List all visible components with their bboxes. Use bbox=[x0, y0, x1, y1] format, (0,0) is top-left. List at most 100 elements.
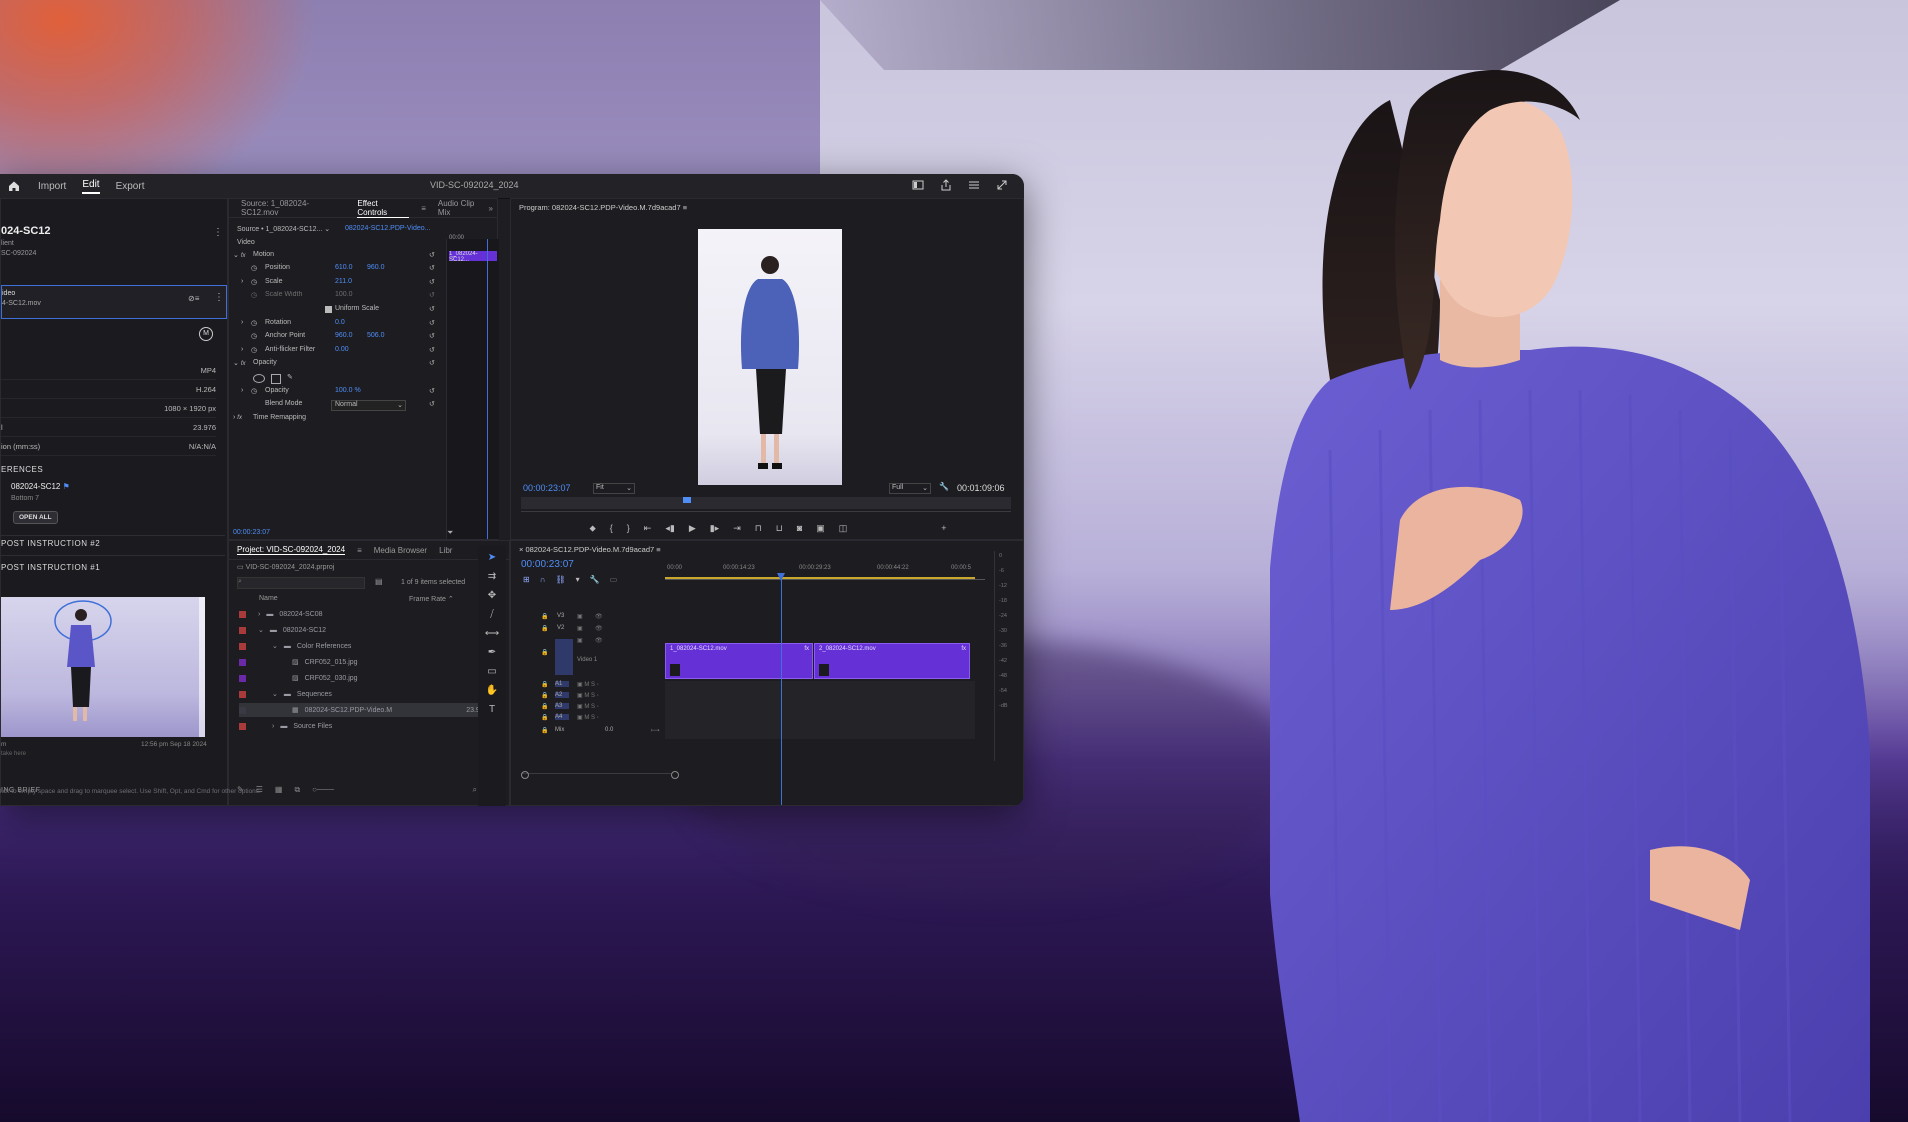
post-instruction-2[interactable]: POST INSTRUCTION #2 bbox=[1, 539, 100, 548]
wrench-icon[interactable]: 🔧 bbox=[939, 482, 949, 491]
work-area-bar[interactable] bbox=[665, 577, 975, 579]
insert-icon[interactable]: ▣ bbox=[816, 523, 825, 534]
instruction-thumbnail[interactable] bbox=[1, 597, 205, 737]
menu-import[interactable]: Import bbox=[38, 181, 66, 192]
fx-uniform-scale-row[interactable]: Uniform Scale ↺ bbox=[229, 305, 435, 318]
tab-media-browser[interactable]: Media Browser bbox=[374, 546, 427, 555]
quality-select[interactable]: Full ⌄ bbox=[889, 483, 931, 494]
filter-icon[interactable]: ⏷ bbox=[447, 528, 453, 538]
panels-icon[interactable] bbox=[968, 179, 982, 193]
program-video-frame[interactable] bbox=[698, 229, 842, 485]
post-instruction-1[interactable]: POST INSTRUCTION #1 bbox=[1, 563, 100, 572]
hand-tool-icon[interactable]: ✋ bbox=[486, 685, 498, 696]
menu-export[interactable]: Export bbox=[116, 181, 145, 192]
col-name[interactable]: Name bbox=[259, 595, 278, 602]
add-button-icon[interactable]: + bbox=[941, 523, 946, 534]
step-forward-icon[interactable]: ▮▸ bbox=[710, 523, 719, 534]
stopwatch-icon[interactable]: ◷ bbox=[251, 319, 257, 327]
audio-track-area[interactable] bbox=[665, 681, 975, 739]
project-search-input[interactable]: ⌕ bbox=[237, 577, 365, 589]
timeline-menu-icon[interactable]: ≡ bbox=[656, 545, 660, 554]
marker-icon[interactable]: ▾ bbox=[576, 575, 580, 584]
overflow-icon[interactable]: » bbox=[489, 204, 493, 213]
pen-tool-icon[interactable]: ✒ bbox=[488, 647, 496, 658]
fx-blend-mode-row[interactable]: Blend Mode Normal ⌄ ↺ bbox=[229, 400, 435, 413]
project-row[interactable]: › ▬ 082024-SC08 bbox=[239, 607, 499, 621]
checkbox-uniform-scale[interactable] bbox=[325, 306, 332, 313]
tab-audio-clip-mixer[interactable]: Audio Clip Mix bbox=[438, 199, 489, 217]
fx-motion-row[interactable]: ⌄ fx Motion ↺ bbox=[229, 251, 435, 264]
zoom-slider[interactable]: ○─── bbox=[312, 785, 334, 795]
fx-rotation-row[interactable]: › ◷ Rotation 0.0 ↺ bbox=[229, 319, 435, 332]
track-select-icon[interactable]: ⇉ bbox=[488, 571, 496, 582]
thumbnail-link[interactable]: take here bbox=[1, 751, 26, 757]
ellipse-mask-icon[interactable] bbox=[253, 374, 265, 383]
step-back-icon[interactable]: ◂▮ bbox=[665, 523, 674, 534]
rectangle-tool-icon[interactable]: ▭ bbox=[487, 666, 496, 677]
project-menu-icon[interactable]: ≡ bbox=[357, 546, 362, 555]
slip-tool-icon[interactable]: ⟷ bbox=[485, 628, 499, 639]
fx-opacity-group-row[interactable]: ⌄ fx Opacity ↺ bbox=[229, 359, 435, 372]
add-marker-icon[interactable]: ⬥ bbox=[589, 523, 595, 534]
timeline-timecode[interactable]: 00:00:23:07 bbox=[521, 559, 574, 570]
timeline-clip[interactable]: 1_082024-SC12.mov fx bbox=[665, 643, 813, 679]
col-frame-rate[interactable]: Frame Rate ⌃ bbox=[409, 595, 454, 603]
project-row-selected[interactable]: ▦082024-SC12.PDP-Video.M23.98 fps bbox=[239, 703, 499, 717]
rectangle-mask-icon[interactable] bbox=[271, 374, 281, 384]
pen-mask-icon[interactable]: ✎ bbox=[287, 373, 293, 381]
zoom-select[interactable]: Fit ⌄ bbox=[593, 483, 635, 494]
more-options-icon[interactable]: ⋮ bbox=[213, 227, 223, 238]
selected-clip-row[interactable]: ideo 4-SC12.mov ⊘≡ ⋮ bbox=[1, 285, 227, 319]
metadata-badge[interactable]: M bbox=[199, 327, 213, 341]
expand-icon[interactable] bbox=[996, 179, 1010, 193]
razor-tool-icon[interactable]: ⧸ bbox=[490, 609, 493, 620]
home-icon[interactable] bbox=[6, 178, 22, 194]
tab-effect-controls[interactable]: Effect Controls bbox=[357, 199, 410, 218]
tab-libraries[interactable]: Libr bbox=[439, 546, 452, 555]
scrubber-playhead[interactable] bbox=[683, 497, 691, 503]
source-dropdown[interactable]: Source • 1_082024-SC12... ⌄ bbox=[237, 225, 330, 233]
overwrite-icon[interactable]: ◫ bbox=[839, 523, 848, 534]
snap-icon[interactable]: ∩ bbox=[540, 575, 546, 584]
stopwatch-icon[interactable]: ◷ bbox=[251, 264, 257, 272]
fx-position-row[interactable]: ◷ Position 610.0 960.0 ↺ bbox=[229, 264, 435, 277]
play-icon[interactable]: ▶ bbox=[689, 523, 696, 534]
open-all-button[interactable]: OPEN ALL bbox=[13, 511, 58, 524]
project-row[interactable]: ⌄ ▬ Color References bbox=[239, 639, 499, 653]
fx-scale-row[interactable]: › ◷ Scale 211.0 ↺ bbox=[229, 278, 435, 291]
layout-icon[interactable] bbox=[912, 179, 926, 193]
selection-tool-icon[interactable]: ➤ bbox=[488, 552, 496, 563]
track-v3[interactable]: 🔒 V3 ▣ 👁 bbox=[511, 613, 981, 625]
lift-icon[interactable]: ⊓ bbox=[755, 523, 762, 534]
program-scrubber[interactable] bbox=[521, 497, 1011, 509]
tab-menu-icon[interactable]: ≡ bbox=[421, 204, 426, 213]
export-frame-icon[interactable]: ◙ bbox=[797, 523, 802, 534]
go-to-out-icon[interactable]: ⇥ bbox=[733, 523, 741, 534]
reset-icon[interactable]: ↺ bbox=[429, 251, 435, 259]
fx-anchor-row[interactable]: ◷ Anchor Point 960.0 506.0 ↺ bbox=[229, 332, 435, 345]
fx-time-remap-row[interactable]: › fx Time Remapping bbox=[229, 414, 429, 427]
project-row[interactable]: ▨ CRF052_030.jpg bbox=[239, 671, 499, 685]
stopwatch-icon[interactable]: ◷ bbox=[251, 278, 257, 286]
mark-in-icon[interactable]: { bbox=[610, 523, 613, 534]
clip-more-icon[interactable]: ⋮ bbox=[214, 292, 224, 303]
type-tool-icon[interactable]: T bbox=[489, 704, 495, 715]
find-icon[interactable]: ⌕ bbox=[473, 785, 477, 795]
fx-opacity-row[interactable]: › ◷ Opacity 100.0 % ↺ bbox=[229, 387, 435, 400]
mini-clip[interactable]: 1_082024-SC12... bbox=[449, 251, 497, 261]
program-timecode[interactable]: 00:00:23:07 bbox=[523, 483, 571, 493]
share-icon[interactable] bbox=[940, 179, 954, 193]
ripple-edit-icon[interactable]: ✥ bbox=[488, 590, 496, 601]
nest-icon[interactable]: ⊞ bbox=[523, 575, 530, 584]
captions-icon[interactable]: ▭ bbox=[610, 575, 618, 584]
icon-view-icon[interactable]: ▦ bbox=[275, 785, 283, 795]
fx-antiflicker-row[interactable]: › ◷ Anti-flicker Filter 0.00 ↺ bbox=[229, 346, 435, 359]
project-row[interactable]: ▨ CRF052_015.jpg bbox=[239, 655, 499, 669]
project-row[interactable]: ⌄ ▬ 082024-SC12 bbox=[239, 623, 499, 637]
timeline-clip[interactable]: 2_082024-SC12.mov fx bbox=[814, 643, 970, 679]
new-bin-icon[interactable]: ▤ bbox=[375, 577, 383, 586]
mark-out-icon[interactable]: } bbox=[627, 523, 630, 534]
extract-icon[interactable]: ⊔ bbox=[776, 523, 783, 534]
tab-source[interactable]: Source: 1_082024-SC12.mov bbox=[241, 199, 345, 217]
stopwatch-icon[interactable]: ◷ bbox=[251, 332, 257, 340]
